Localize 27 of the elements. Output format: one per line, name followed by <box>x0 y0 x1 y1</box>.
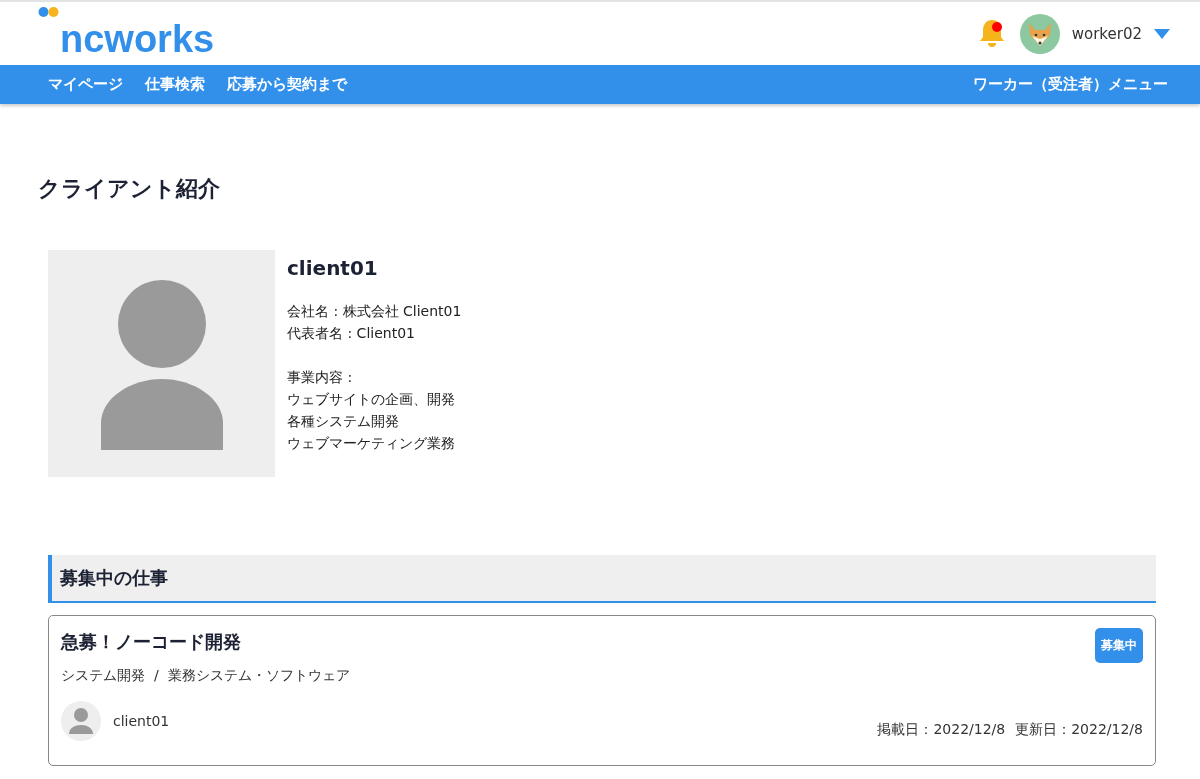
job-title[interactable]: 急募！ノーコード開発 <box>61 630 241 654</box>
company-name: 会社名 : 株式会社 Client01 <box>287 302 462 321</box>
status-badge: 募集中 <box>1095 628 1143 663</box>
fox-avatar-icon[interactable] <box>1019 13 1060 54</box>
job-card[interactable]: 急募！ノーコード開発 募集中 システム開発 / 業務システム・ソフトウェア client01 掲載日：2022/12/8 更新日：2022/12/8 <box>48 615 1156 766</box>
logo-text: ncworks <box>60 18 215 60</box>
business-label: 事業内容 : <box>287 368 354 387</box>
business-item: ウェブサイトの企画、開発 <box>287 390 456 409</box>
business-item: 各種システム開発 <box>287 412 400 431</box>
worker-menu-link[interactable]: ワーカー（受注者）メニュー <box>973 75 1168 94</box>
job-category: システム開発 / 業務システム・ソフトウェア <box>61 667 351 685</box>
section-heading: 募集中の仕事 <box>48 555 1156 603</box>
client-name: client01 <box>287 256 379 280</box>
logo[interactable]: ncworks <box>38 6 215 61</box>
representative-name: 代表者名 : Client01 <box>287 324 416 343</box>
client-label: client01 <box>113 713 170 729</box>
page-title: クライアント紹介 <box>38 175 221 203</box>
posted-date: 掲載日：2022/12/8 <box>877 721 1006 739</box>
avatar-icon <box>61 701 101 741</box>
user-menu-button[interactable]: worker02 <box>1071 24 1142 43</box>
caret-icon[interactable] <box>1154 28 1170 39</box>
business-item: ウェブマーケティング業務 <box>287 434 456 453</box>
updated-date: 更新日：2022/12/8 <box>1015 721 1143 739</box>
nav-link[interactable]: マイページ <box>48 75 123 94</box>
logo-dots-icon <box>38 6 60 18</box>
nav-link[interactable]: 応募から契約まで <box>227 75 347 94</box>
nav-link[interactable]: 仕事検索 <box>145 75 205 94</box>
